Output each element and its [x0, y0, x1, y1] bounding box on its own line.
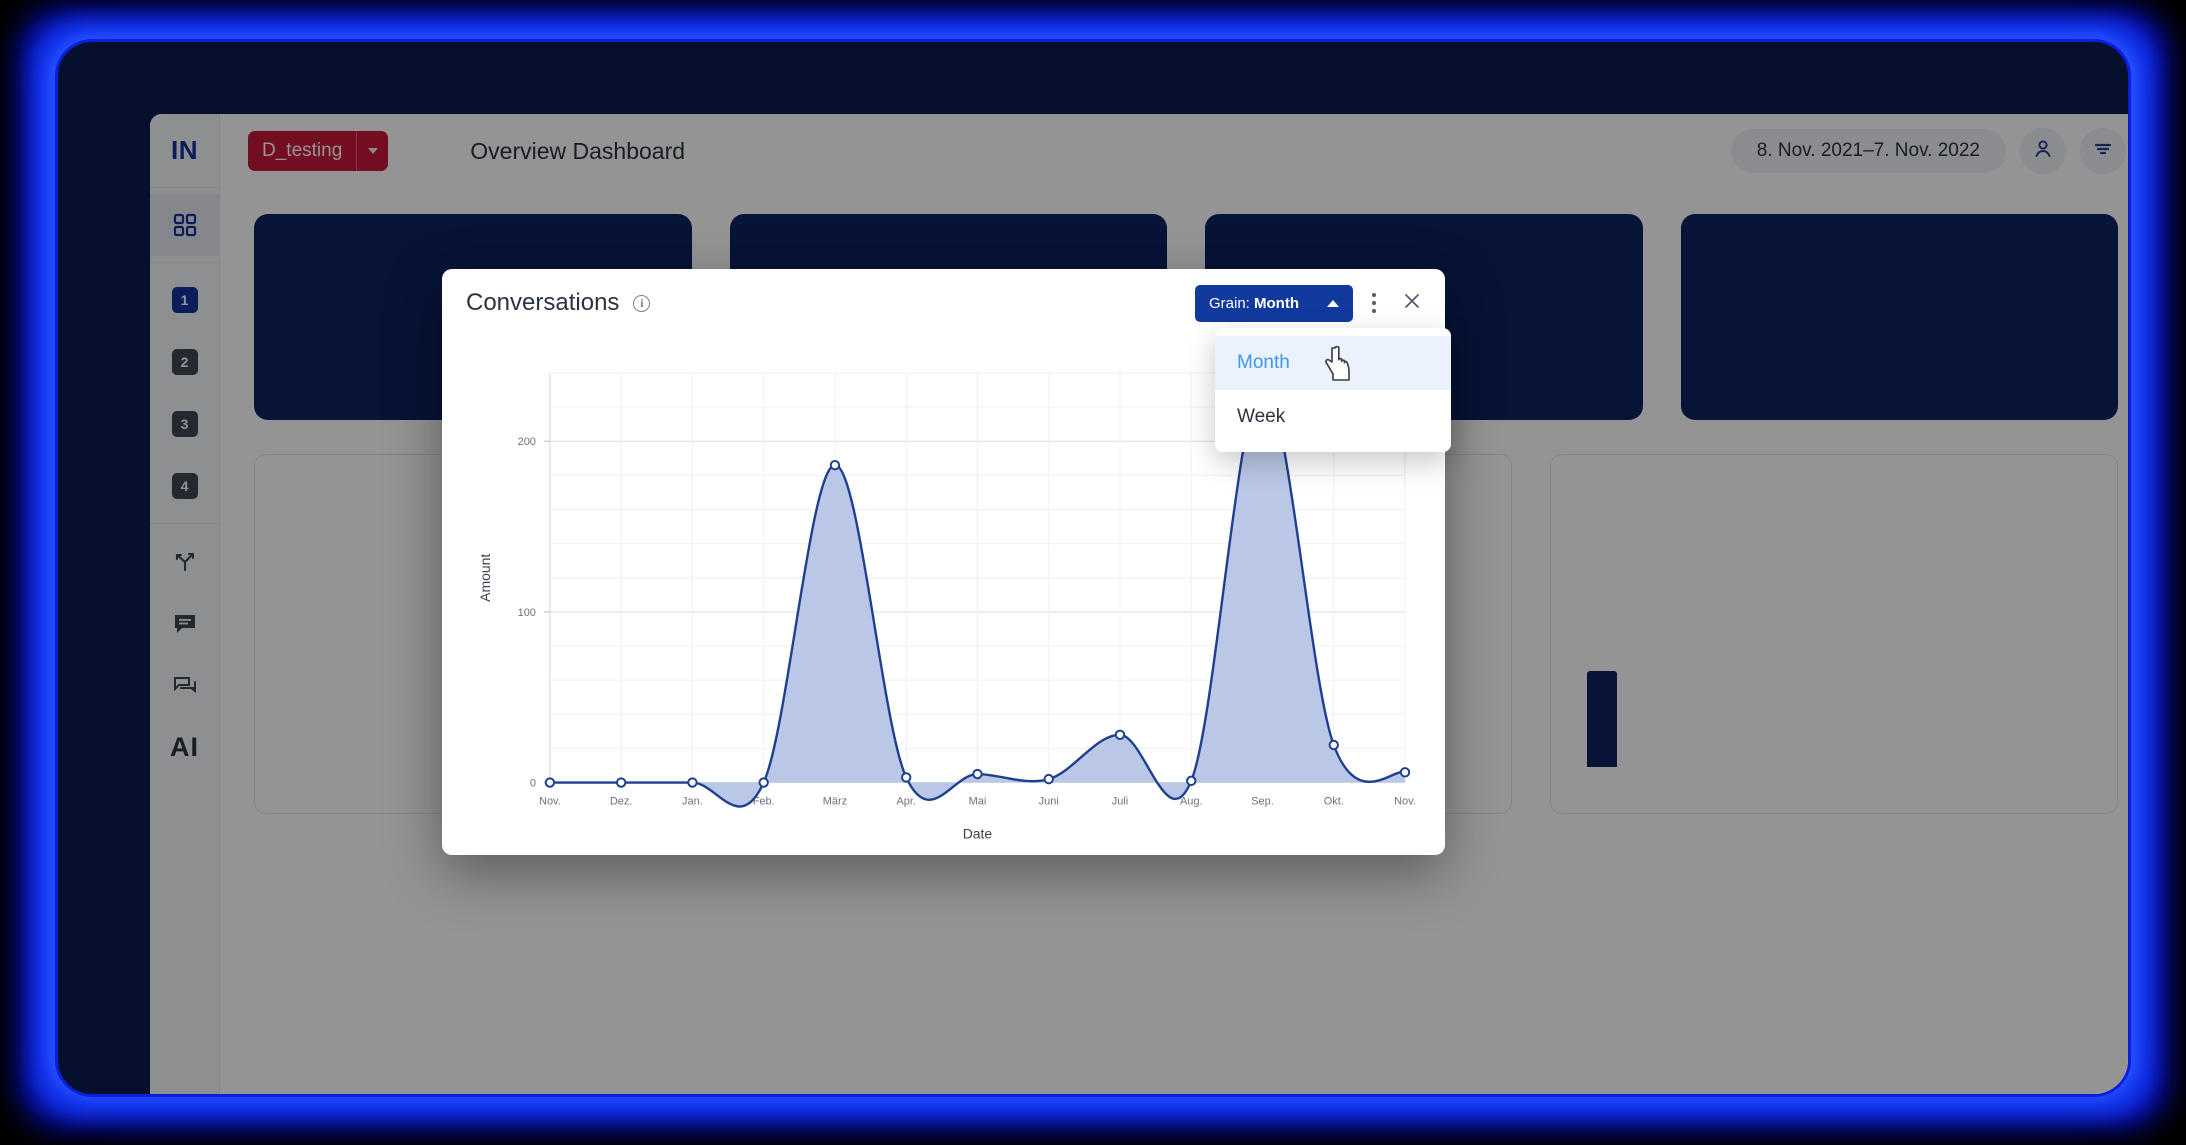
svg-text:Dez.: Dez. — [610, 796, 633, 808]
svg-text:Mai: Mai — [969, 796, 987, 808]
y-axis-label: Amount — [477, 554, 493, 602]
svg-text:Sep.: Sep. — [1251, 796, 1274, 808]
grain-prefix: Grain: — [1209, 294, 1255, 312]
svg-text:März: März — [823, 796, 847, 808]
svg-text:Aug.: Aug. — [1180, 796, 1203, 808]
svg-text:200: 200 — [518, 436, 536, 448]
modal-header: Conversations i Grain: Month Month Week — [442, 269, 1451, 452]
conversations-modal: Conversations i Grain: Month Month Week … — [442, 269, 1451, 855]
kebab-menu-icon — [1372, 291, 1376, 315]
x-axis-label: Date — [963, 825, 993, 841]
svg-text:Nov.: Nov. — [539, 796, 561, 808]
grain-value: Month — [1254, 294, 1299, 312]
modal-header-actions: Grain: Month Month Week — [1195, 284, 1451, 452]
svg-text:Jan.: Jan. — [682, 796, 703, 808]
svg-text:Apr.: Apr. — [896, 796, 916, 808]
modal-title: Conversations — [466, 289, 620, 316]
app-window: IN 1 2 3 4 AI D_testing Overview Dashboa… — [150, 114, 2128, 1094]
modal-close-button[interactable] — [1395, 286, 1429, 320]
grain-dropdown-button[interactable]: Grain: Month — [1195, 284, 1353, 322]
svg-text:100: 100 — [518, 607, 536, 619]
chevron-up-icon — [1327, 299, 1339, 307]
grain-dropdown-menu: Month Week — [1215, 327, 1451, 452]
close-icon — [1402, 291, 1422, 316]
svg-text:Nov.: Nov. — [1394, 796, 1416, 808]
info-icon[interactable]: i — [633, 294, 651, 312]
screen: IN 1 2 3 4 AI D_testing Overview Dashboa… — [0, 0, 2186, 1145]
x-axis-ticks: Nov. Dez. Jan. Feb. März Apr. Mai Juni Juli Aug. S… — [539, 796, 1416, 808]
svg-text:Juli: Juli — [1112, 796, 1128, 808]
grain-option-week[interactable]: Week — [1215, 390, 1451, 444]
grain-option-month[interactable]: Month — [1215, 335, 1451, 390]
svg-text:Juni: Juni — [1039, 796, 1059, 808]
svg-text:Okt.: Okt. — [1324, 796, 1344, 808]
y-axis-ticks: 0 100 200 — [518, 436, 550, 790]
device-bezel: IN 1 2 3 4 AI D_testing Overview Dashboa… — [58, 42, 2128, 1094]
modal-overflow-menu-button[interactable] — [1357, 286, 1391, 320]
svg-text:0: 0 — [530, 778, 536, 790]
